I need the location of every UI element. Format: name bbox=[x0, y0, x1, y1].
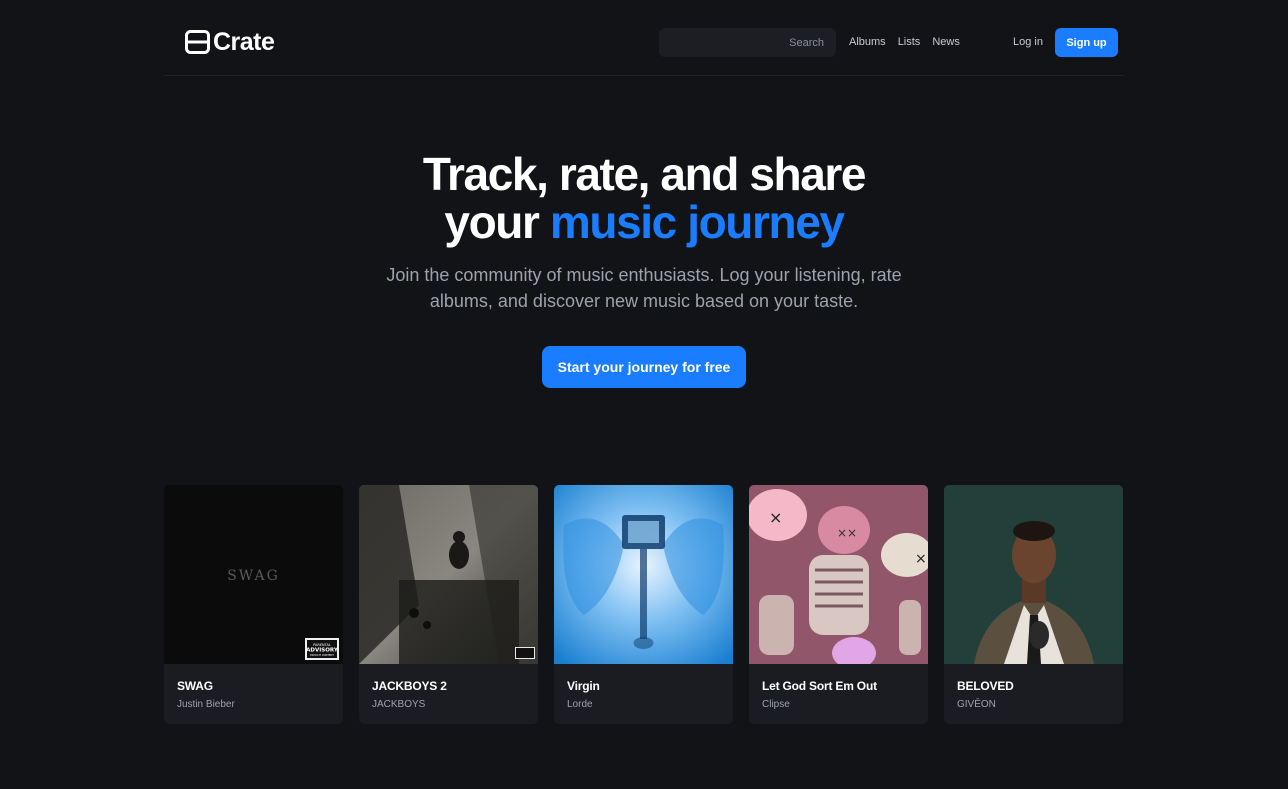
album-card[interactable]: × ×× × Let God Sort Em Out Clipse bbox=[749, 485, 928, 724]
album-card[interactable]: Virgin Lorde bbox=[554, 485, 733, 724]
hero: Track, rate, and share your music journe… bbox=[0, 150, 1288, 388]
search-box[interactable]: Search bbox=[659, 28, 836, 57]
advisory-line3: EXPLICIT CONTENT bbox=[310, 653, 334, 657]
album-meta: JACKBOYS 2 JACKBOYS bbox=[359, 664, 538, 710]
hero-title-plain: your bbox=[444, 196, 550, 248]
album-artist: JACKBOYS bbox=[372, 699, 426, 710]
page: Crate Search Albums Lists News Log in Si… bbox=[0, 0, 1288, 789]
album-cover bbox=[359, 485, 538, 664]
logo[interactable]: Crate bbox=[185, 27, 275, 56]
hero-title: Track, rate, and share your music journe… bbox=[0, 150, 1288, 246]
signup-button[interactable]: Sign up bbox=[1055, 28, 1118, 57]
album-title: SWAG bbox=[177, 679, 213, 693]
album-cover bbox=[554, 485, 733, 664]
album-meta: SWAG Justin Bieber bbox=[164, 664, 343, 710]
hero-title-accent: music journey bbox=[549, 196, 845, 248]
advisory-line2: ADVISORY bbox=[306, 648, 339, 654]
nav-links: Albums Lists News bbox=[849, 36, 960, 48]
svg-text:×: × bbox=[769, 508, 782, 527]
hero-subtitle: Join the community of music enthusiasts.… bbox=[364, 262, 924, 314]
svg-text:×: × bbox=[915, 551, 927, 567]
nav-link-albums[interactable]: Albums bbox=[849, 36, 886, 48]
album-title: JACKBOYS 2 bbox=[372, 679, 447, 693]
start-journey-button[interactable]: Start your journey for free bbox=[541, 346, 747, 388]
album-artist: GIVĒON bbox=[957, 699, 996, 710]
album-meta: Let God Sort Em Out Clipse bbox=[749, 664, 928, 710]
svg-text:××: ×× bbox=[837, 526, 857, 540]
search-input[interactable] bbox=[659, 28, 836, 57]
album-card[interactable]: JACKBOYS 2 JACKBOYS bbox=[359, 485, 538, 724]
logo-text: Crate bbox=[213, 27, 275, 56]
album-meta: Virgin Lorde bbox=[554, 664, 733, 710]
album-artist: Lorde bbox=[567, 699, 593, 710]
album-artist: Clipse bbox=[762, 699, 790, 710]
nav-link-lists[interactable]: Lists bbox=[898, 36, 921, 48]
album-meta: BELOVED GIVĒON bbox=[944, 664, 1123, 710]
hero-subtitle-line2: albums, and discover new music based on … bbox=[429, 291, 859, 311]
advisory-line1: PARENTAL bbox=[313, 643, 331, 647]
album-grid: SWAG PARENTAL ADVISORY EXPLICIT CONTENT … bbox=[164, 485, 1124, 724]
album-title: Let God Sort Em Out bbox=[762, 679, 877, 693]
cover-text: SWAG bbox=[227, 568, 280, 584]
album-cover: SWAG PARENTAL ADVISORY EXPLICIT CONTENT bbox=[164, 485, 343, 664]
nav-link-news[interactable]: News bbox=[932, 36, 960, 48]
album-cover: × ×× × bbox=[749, 485, 928, 664]
hero-title-line1: Track, rate, and share bbox=[422, 148, 867, 200]
login-link[interactable]: Log in bbox=[1013, 36, 1043, 48]
album-card[interactable]: SWAG PARENTAL ADVISORY EXPLICIT CONTENT … bbox=[164, 485, 343, 724]
album-card[interactable]: BELOVED GIVĒON bbox=[944, 485, 1123, 724]
hero-subtitle-line1: Join the community of music enthusiasts.… bbox=[386, 265, 902, 285]
album-cover bbox=[944, 485, 1123, 664]
album-artist: Justin Bieber bbox=[177, 699, 235, 710]
crate-logo-icon bbox=[185, 30, 210, 54]
top-nav: Crate Search Albums Lists News Log in Si… bbox=[164, 0, 1124, 76]
album-title: BELOVED bbox=[957, 679, 1014, 693]
album-title: Virgin bbox=[567, 679, 600, 693]
